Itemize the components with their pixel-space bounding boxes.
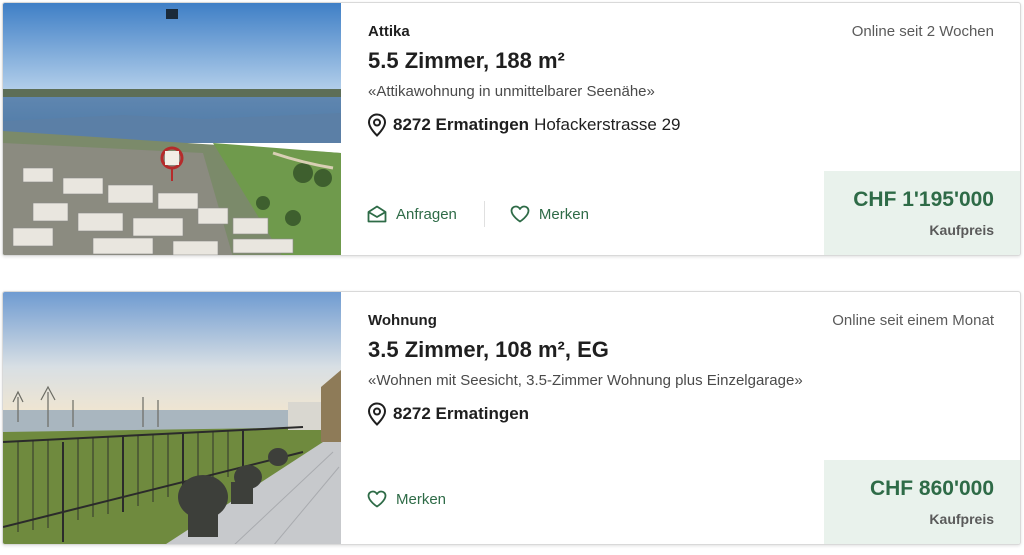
location-pin-icon xyxy=(367,402,387,426)
online-since: Online seit einem Monat xyxy=(832,312,994,329)
heart-icon xyxy=(367,490,387,508)
inquire-label: Anfragen xyxy=(396,205,457,223)
listing-photo[interactable] xyxy=(3,3,341,255)
price: CHF 1'195'000 xyxy=(853,188,994,211)
online-since: Online seit 2 Wochen xyxy=(851,23,994,40)
heart-icon xyxy=(510,205,530,223)
save-label: Merken xyxy=(538,205,589,223)
listing-location: 8272 Ermatingen Hofackerstrasse 29 xyxy=(367,113,681,137)
price-type: Kaufpreis xyxy=(929,511,994,527)
listing-description: «Attikawohnung in unmittelbarer Seenähe» xyxy=(368,83,655,100)
price: CHF 860'000 xyxy=(869,477,994,500)
zip-city: 8272 Ermatingen xyxy=(393,115,530,134)
listing-title[interactable]: 5.5 Zimmer, 188 m² xyxy=(368,48,565,74)
envelope-open-icon xyxy=(367,205,387,223)
listing-details: Wohnung Online seit einem Monat 3.5 Zimm… xyxy=(341,292,1020,544)
property-type: Attika xyxy=(368,23,410,40)
listing-title[interactable]: 3.5 Zimmer, 108 m², EG xyxy=(368,337,609,363)
listing-photo[interactable] xyxy=(3,292,341,544)
save-button[interactable]: Merken xyxy=(510,205,589,223)
property-type: Wohnung xyxy=(368,312,437,329)
listing-actions: Anfragen Merken xyxy=(367,201,589,227)
listing-location: 8272 Ermatingen xyxy=(367,402,534,426)
save-label: Merken xyxy=(396,490,447,508)
save-button[interactable]: Merken xyxy=(367,490,446,508)
location-pin-icon xyxy=(367,113,387,137)
listing-card[interactable]: Wohnung Online seit einem Monat 3.5 Zimm… xyxy=(2,291,1021,545)
listing-card[interactable]: Attika Online seit 2 Wochen 5.5 Zimmer, … xyxy=(2,2,1021,256)
listing-actions: Merken xyxy=(367,490,446,508)
action-divider xyxy=(483,201,485,227)
price-type: Kaufpreis xyxy=(929,222,994,238)
price-box: CHF 1'195'000 Kaufpreis xyxy=(824,171,1020,255)
price-box: CHF 860'000 Kaufpreis xyxy=(824,460,1020,544)
listing-details: Attika Online seit 2 Wochen 5.5 Zimmer, … xyxy=(341,3,1020,255)
zip-city: 8272 Ermatingen xyxy=(393,404,530,423)
listing-description: «Wohnen mit Seesicht, 3.5-Zimmer Wohnung… xyxy=(368,372,803,389)
street: Hofackerstrasse 29 xyxy=(534,115,681,134)
inquire-button[interactable]: Anfragen xyxy=(367,205,457,223)
